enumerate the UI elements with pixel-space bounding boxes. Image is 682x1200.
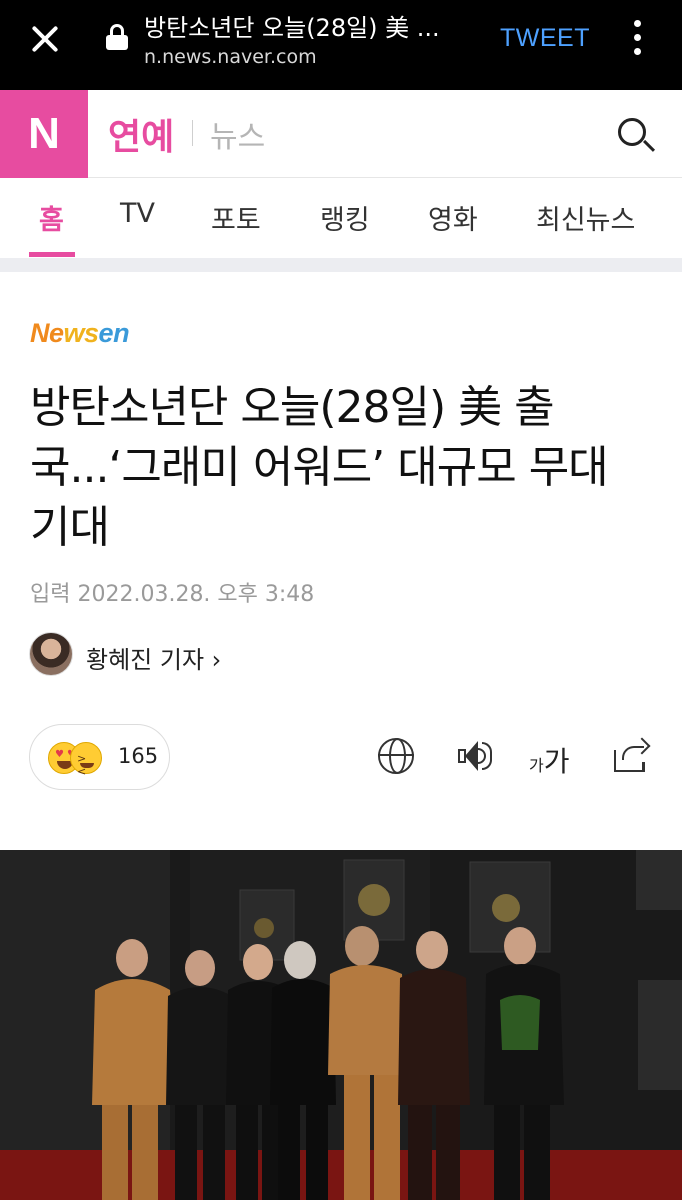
tab-ranking[interactable]: 랭킹 [320, 198, 370, 237]
naver-logo[interactable]: N [0, 90, 88, 178]
share-icon[interactable] [612, 737, 651, 774]
url-text[interactable]: n.news.naver.com [144, 46, 317, 68]
lock-icon [106, 24, 128, 50]
article-date: 입력 2022.03.28. 오후 3:48 [30, 582, 315, 607]
press-logo[interactable]: Newsen [30, 318, 130, 349]
tab-photo[interactable]: 포토 [211, 198, 261, 237]
font-size-button[interactable]: 가가 [529, 740, 570, 780]
separator-band [0, 258, 682, 272]
laugh-icon: >< [70, 742, 102, 778]
close-icon[interactable] [28, 22, 62, 56]
speaker-icon[interactable] [456, 738, 492, 774]
tab-tv[interactable]: TV [120, 198, 155, 229]
reaction-count: 165 [118, 744, 159, 768]
tab-movie[interactable]: 영화 [428, 198, 478, 237]
font-size-big: 가 [543, 745, 570, 778]
category-tabs: 홈 TV 포토 랭킹 영화 최신뉴스 [0, 178, 682, 258]
site-header: N 연예 뉴스 [0, 90, 682, 178]
press-logo-part: Ne [30, 318, 64, 348]
more-menu-icon[interactable] [632, 20, 642, 56]
globe-icon[interactable] [378, 738, 414, 774]
tweet-button[interactable]: TWEET [500, 24, 590, 53]
reaction-button[interactable]: ♥♥ >< 165 [29, 724, 170, 790]
divider [192, 120, 193, 146]
browser-bar: 방탄소년단 오늘(28일) 美 ... n.news.naver.com TWE… [0, 0, 682, 90]
article-headline: 방탄소년단 오늘(28일) 美 출국...‘그래미 어워드’ 대규모 무대 기대 [30, 382, 609, 553]
reporter-link[interactable]: 황혜진 기자 › [86, 640, 221, 675]
group-photo-illustration [0, 850, 682, 1200]
avatar[interactable] [29, 632, 73, 676]
active-tab-indicator [29, 252, 75, 257]
press-logo-part: ws [63, 318, 100, 348]
tab-latest[interactable]: 최신뉴스 [536, 198, 635, 237]
subsection-link[interactable]: 뉴스 [210, 112, 265, 156]
search-icon[interactable] [618, 118, 656, 154]
tab-home[interactable]: 홈 [39, 198, 64, 237]
section-title[interactable]: 연예 [108, 108, 174, 160]
font-size-small: 가 [529, 756, 544, 775]
article-photo[interactable] [0, 850, 682, 1200]
press-logo-part: en [98, 318, 130, 348]
page-title: 방탄소년단 오늘(28일) 美 ... [144, 14, 440, 42]
